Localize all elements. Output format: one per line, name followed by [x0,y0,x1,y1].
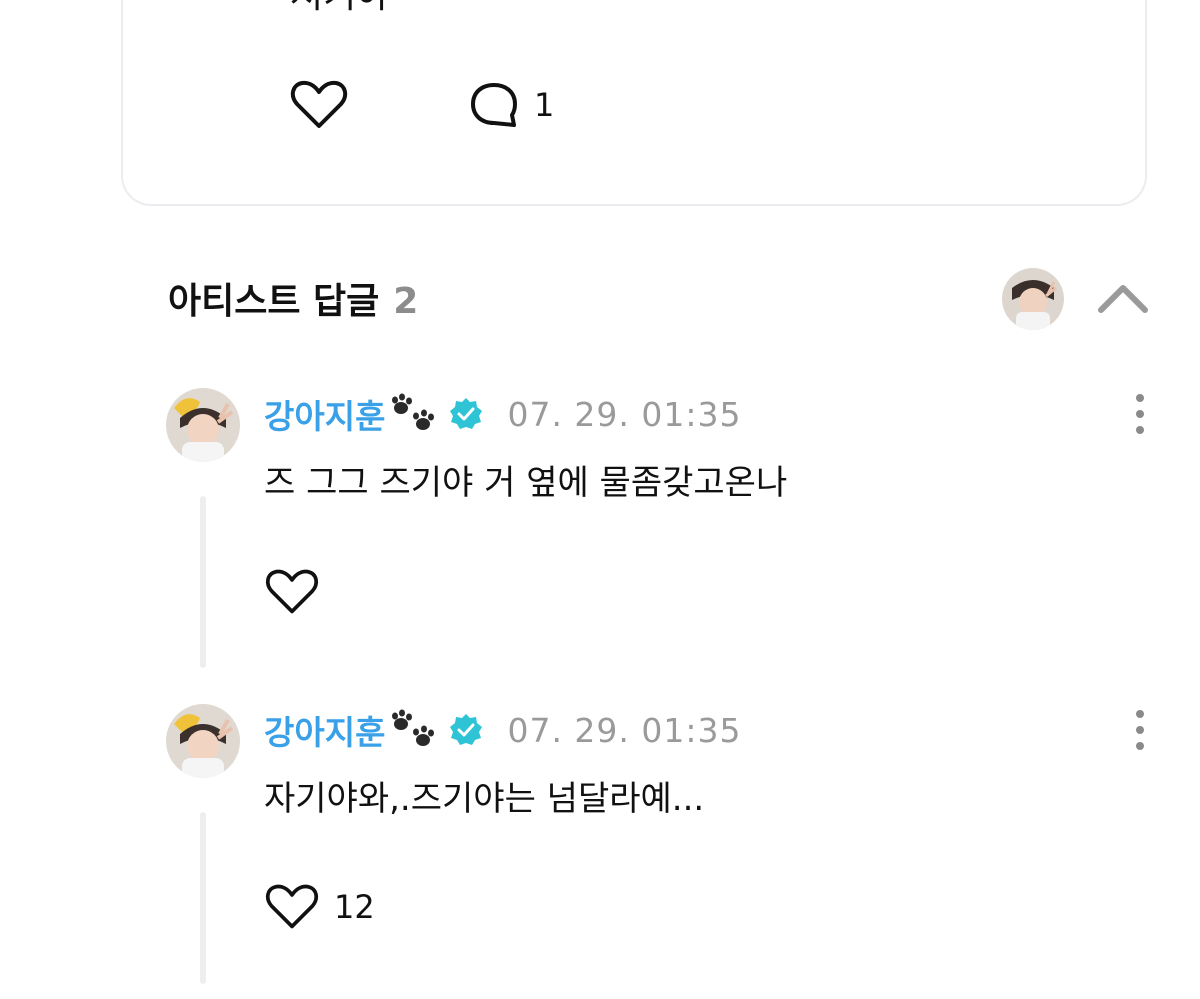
chevron-up-icon [1098,285,1148,313]
avatar[interactable] [166,388,240,462]
artist-avatar[interactable] [1002,268,1064,330]
comment-text: 저기야 [290,0,389,20]
author-name[interactable]: 강아지훈 [264,706,385,754]
more-options-button[interactable] [1126,708,1154,752]
timestamp: 07. 29. 01:35 [507,710,742,750]
comment-thread-page: 저기야 1 아티스트 답글 2 [0,0,1200,999]
verified-badge-icon [450,398,483,429]
thread-line [200,496,206,668]
like-button[interactable] [264,565,334,619]
more-vertical-icon [1136,394,1144,434]
like-button[interactable]: 12 [264,880,375,934]
thread-line [200,812,206,984]
reply-button[interactable]: 1 [468,78,554,132]
artist-replies-header: 아티스트 답글 2 [168,272,418,324]
author-name[interactable]: 강아지훈 [264,390,385,438]
heart-outline-icon [265,884,319,929]
more-vertical-icon [1136,710,1144,750]
verified-badge-icon [450,714,483,745]
section-count: 2 [393,281,419,322]
collapse-button[interactable] [1097,278,1149,318]
paw-prints-icon [392,709,435,746]
avatar[interactable] [166,704,240,778]
speech-bubble-icon [471,83,517,127]
section-title: 아티스트 답글 [168,281,380,322]
reply-count: 1 [534,86,555,124]
comment-card: 저기야 1 [121,0,1147,206]
reply-text: 자기야와,.즈기야는 넘달라예... [264,779,705,819]
timestamp: 07. 29. 01:35 [507,394,742,434]
heart-outline-icon [265,569,319,614]
more-options-button[interactable] [1126,392,1154,436]
reply-meta: 강아지훈 07. 29. 01:35 [264,390,742,438]
like-count: 12 [334,888,375,926]
like-button[interactable] [289,78,349,132]
reply-text: 즈 그그 즈기야 거 옆에 물좀갖고온나 [264,463,788,503]
reply-meta: 강아지훈 07. 29. 01:35 [264,706,742,754]
paw-prints-icon [392,393,435,430]
heart-outline-icon [290,80,348,128]
